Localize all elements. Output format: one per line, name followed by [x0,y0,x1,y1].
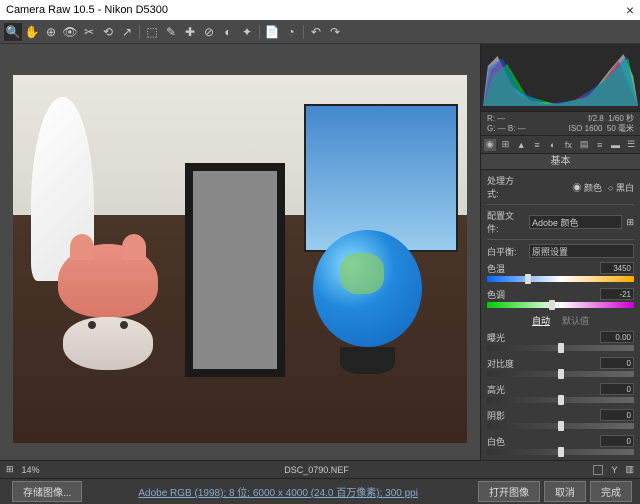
grid-icon[interactable]: ⊞ [6,464,14,475]
panel-tab-4[interactable]: ◐ [547,139,559,151]
filename: DSC_0790.NEF [48,465,586,475]
treatment-color[interactable]: ◉ 颜色 [573,181,603,194]
tool-16[interactable]: ↷ [326,23,344,41]
temp-slider[interactable]: 色温3450 [487,262,634,282]
tool-3[interactable]: 👁 [61,23,79,41]
photo [13,75,468,443]
photo-toy [58,244,158,376]
main-toolbar: 🔍✋⊕👁✂⟲↗ ⬚✎✚⊘◐✦ 📄◔ ↶↷ [0,20,640,44]
wb-label: 白平衡: [487,245,525,258]
tool-0[interactable]: 🔍 [4,23,22,41]
done-button[interactable]: 完成 [590,481,632,502]
zoom-level[interactable]: 14% [22,465,40,475]
tool-11[interactable]: ◐ [219,23,237,41]
profile-browse-icon[interactable]: ⊞ [626,217,634,228]
contrast-slider[interactable]: 对比度0 [487,357,634,377]
wb-select[interactable]: 原照设置 [529,244,634,258]
panel-tab-2[interactable]: ▲ [515,139,527,151]
cancel-button[interactable]: 取消 [544,481,586,502]
panel-tab-1[interactable]: ⊞ [500,139,512,151]
panel-tab-8[interactable]: ▬ [610,139,622,151]
panel-tab-9[interactable]: ☰ [625,139,637,151]
filmstrip-icon[interactable]: ▥ [625,464,634,475]
auto-link[interactable]: 自动 [532,314,550,327]
profile-select[interactable]: Adobe 颜色 [529,215,622,229]
whites-slider[interactable]: 白色0 [487,435,634,455]
panel-title: 基本 [481,154,640,170]
panel-tab-5[interactable]: fx [563,139,575,151]
treatment-label: 处理方式: [487,174,525,200]
tool-14[interactable]: ◔ [282,23,300,41]
panel-tab-6[interactable]: ▤ [578,139,590,151]
tool-13[interactable]: 📄 [263,23,281,41]
panel-tab-0[interactable]: ◉ [484,139,496,151]
status-bar: ⊞ 14% DSC_0790.NEF Y ▥ [0,460,640,478]
tool-8[interactable]: ✎ [162,23,180,41]
workflow-link[interactable]: Adobe RGB (1998); 8 位; 6000 x 4000 (24.0… [82,484,474,499]
tool-12[interactable]: ✦ [238,23,256,41]
panel-tab-7[interactable]: ≡ [594,139,606,151]
window-title: Camera Raw 10.5 - Nikon D5300 [6,4,168,16]
open-button[interactable]: 打开图像 [478,481,540,502]
status-marker[interactable] [593,465,603,475]
tool-7[interactable]: ⬚ [143,23,161,41]
photo-globe [313,230,422,377]
shadows-slider[interactable]: 阴影0 [487,409,634,429]
tool-2[interactable]: ⊕ [42,23,60,41]
tint-slider[interactable]: 色调-21 [487,288,634,308]
tool-4[interactable]: ✂ [80,23,98,41]
tool-1[interactable]: ✋ [23,23,41,41]
image-preview-area[interactable] [0,44,480,460]
close-icon[interactable]: × [626,2,634,18]
highlights-slider[interactable]: 高光0 [487,383,634,403]
tool-15[interactable]: ↶ [307,23,325,41]
save-button[interactable]: 存储图像... [12,481,82,502]
histogram[interactable] [481,44,640,112]
tool-5[interactable]: ⟲ [99,23,117,41]
tool-9[interactable]: ✚ [181,23,199,41]
profile-label: 配置文件: [487,209,525,235]
footer: 存储图像... Adobe RGB (1998); 8 位; 6000 x 40… [0,478,640,504]
default-link[interactable]: 默认值 [562,314,589,327]
window-titlebar: Camera Raw 10.5 - Nikon D5300 × [0,0,640,20]
exposure-slider[interactable]: 曝光0.00 [487,331,634,351]
tool-6[interactable]: ↗ [118,23,136,41]
basic-panel: 处理方式: ◉ 颜色 ○ 黑白 配置文件: Adobe 颜色 ⊞ 白平衡: 原照… [481,170,640,460]
panel-tabs: ◉ ⊞▲ ≡ ◐ fx▤ ≡ ▬☰ [481,136,640,154]
exif-readout: R: —f/2.8 1/60 秒 G: — B: —ISO 1600 50 毫米 [481,112,640,136]
panel-tab-3[interactable]: ≡ [531,139,543,151]
right-panel: R: —f/2.8 1/60 秒 G: — B: —ISO 1600 50 毫米… [480,44,640,460]
treatment-bw[interactable]: ○ 黑白 [608,181,634,194]
tool-10[interactable]: ⊘ [200,23,218,41]
photo-greycard [185,163,285,376]
